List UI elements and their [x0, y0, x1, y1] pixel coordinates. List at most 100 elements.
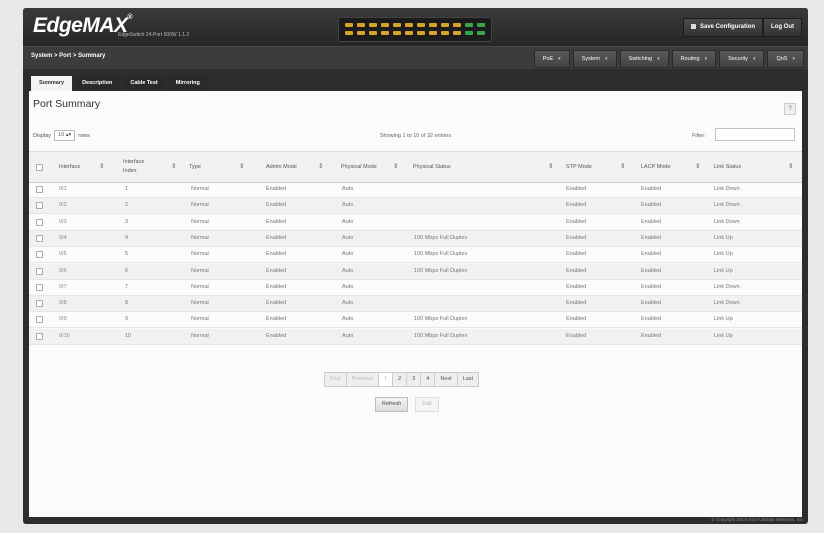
sort-lacp-icon[interactable]: ⇕: [695, 152, 700, 182]
cell-type: Normal: [191, 300, 209, 307]
port-led-icon: [465, 31, 473, 35]
port-led-icon: [369, 31, 377, 35]
next-page-button[interactable]: Next: [434, 372, 458, 387]
sort-physical-status-icon[interactable]: ⇕: [548, 152, 553, 182]
cell-physical_status: 100 Mbps Full Duplex: [414, 332, 468, 339]
menu-2[interactable]: Switching ▾: [619, 50, 669, 68]
nav-bar: System > Port > Summary PoE ▾ System ▾ Switc…: [23, 46, 808, 69]
edit-button[interactable]: Edit: [415, 397, 439, 412]
cell-type: Normal: [191, 218, 209, 225]
table-row[interactable]: 0/7 7 Normal Enabled Auto Enabled Enabled Link …: [29, 280, 802, 296]
table-row[interactable]: 0/3 3 Normal Enabled Auto Enabled Enabled Link …: [29, 215, 802, 231]
header-bar: EdgeMAX® EdgeSwitch 24-Port 500W 1.1.2 S…: [23, 8, 808, 46]
menu-3[interactable]: Routing ▾: [671, 50, 717, 68]
page-4-button[interactable]: 4: [420, 372, 436, 387]
cell-index: 6: [125, 267, 129, 274]
row-checkbox[interactable]: [36, 332, 43, 340]
table-row[interactable]: 0/2 2 Normal Enabled Auto Enabled Enabled Link …: [29, 198, 802, 215]
sort-index-icon[interactable]: ⇕: [171, 152, 176, 182]
table-row[interactable]: 0/1 1 Normal Enabled Auto Enabled Enabled Link …: [29, 182, 802, 198]
save-configuration-button[interactable]: Save Configuration: [682, 18, 763, 37]
cell-link: Link Up: [714, 332, 733, 339]
logout-button[interactable]: Log Out: [763, 18, 802, 37]
entries-info: Showing 1 to 10 of 32 entries: [379, 133, 452, 139]
cell-interface[interactable]: 0/2: [59, 198, 67, 213]
refresh-button[interactable]: Refresh: [375, 397, 409, 412]
sort-interface-icon[interactable]: ⇕: [99, 152, 104, 182]
row-checkbox[interactable]: [36, 316, 43, 324]
tab-1[interactable]: Description: [74, 76, 121, 91]
sort-type-icon[interactable]: ⇕: [239, 152, 244, 182]
row-checkbox[interactable]: [36, 267, 43, 275]
cell-interface[interactable]: 0/10: [59, 329, 70, 344]
port-led-icon: [345, 23, 353, 27]
cell-stp: Enabled: [566, 316, 587, 323]
cell-link: Link Up: [714, 267, 733, 274]
chevron-down-icon: ▾: [704, 56, 708, 62]
pagination: First Previous 1 2 3 4 Next Last: [324, 372, 480, 387]
cell-admin: Enabled: [266, 316, 287, 323]
cell-type: Normal: [191, 234, 209, 241]
cell-interface[interactable]: 0/3: [59, 215, 67, 230]
cell-index: 8: [125, 300, 129, 307]
tab-2[interactable]: Cable Test: [122, 76, 166, 91]
row-checkbox[interactable]: [36, 251, 43, 259]
sort-stp-icon[interactable]: ⇕: [620, 152, 625, 182]
sort-link-icon[interactable]: ⇕: [788, 152, 793, 182]
first-page-button[interactable]: First: [324, 372, 347, 387]
cell-link: Link Up: [714, 251, 733, 258]
row-checkbox[interactable]: [36, 186, 43, 193]
cell-physical_mode: Auto: [342, 316, 354, 323]
main-content: Port Summary ? Display 10 ▴▾ rows Showin…: [29, 91, 802, 517]
port-led-icon: [465, 23, 473, 27]
cell-type: Normal: [191, 267, 209, 274]
sort-physical-mode-icon[interactable]: ⇕: [393, 152, 398, 182]
table-row[interactable]: 0/8 8 Normal Enabled Auto Enabled Enabled Link …: [29, 296, 802, 313]
page-3-button[interactable]: 3: [406, 372, 422, 387]
select-all-checkbox[interactable]: [36, 164, 43, 171]
port-led-icon: [357, 23, 365, 27]
menu-0[interactable]: PoE ▾: [533, 50, 570, 68]
cell-physical_mode: Auto: [342, 283, 354, 290]
sort-admin-icon[interactable]: ⇕: [318, 152, 323, 182]
tab-bar: Summary Description Cable Test Mirroring: [31, 76, 210, 91]
chevron-down-icon: ▾: [752, 56, 756, 62]
filter-input[interactable]: [715, 128, 795, 141]
cell-link: Link Up: [714, 316, 733, 323]
switch-port-panel: [338, 17, 492, 42]
menu-5[interactable]: QoS ▾: [767, 50, 804, 68]
menu-1[interactable]: System ▾: [572, 50, 617, 68]
cell-physical_mode: Auto: [342, 251, 354, 258]
tab-0[interactable]: Summary: [31, 76, 73, 91]
cell-interface[interactable]: 0/7: [59, 280, 67, 295]
row-checkbox[interactable]: [36, 234, 43, 242]
page-1-button[interactable]: 1: [378, 372, 394, 387]
row-checkbox[interactable]: [36, 283, 43, 291]
col-interface: Interface: [59, 164, 81, 170]
cell-interface[interactable]: 0/4: [59, 231, 67, 246]
menu-4[interactable]: Security ▾: [719, 50, 765, 68]
cell-interface[interactable]: 0/8: [59, 296, 67, 311]
breadcrumb: System > Port > Summary: [31, 53, 106, 59]
cell-interface[interactable]: 0/9: [59, 312, 67, 327]
page-2-button[interactable]: 2: [392, 372, 408, 387]
row-checkbox[interactable]: [36, 218, 43, 226]
row-checkbox[interactable]: [36, 202, 43, 210]
table-row[interactable]: 0/6 6 Normal Enabled Auto 100 Mbps Full Duple…: [29, 263, 802, 280]
previous-page-button[interactable]: Previous: [345, 372, 380, 387]
cell-interface[interactable]: 0/1: [59, 182, 67, 197]
table-row[interactable]: 0/4 4 Normal Enabled Auto 100 Mbps Full Duple…: [29, 230, 802, 247]
table-row[interactable]: 0/9 9 Normal Enabled Auto 100 Mbps Full Duple…: [29, 312, 802, 329]
tab-3[interactable]: Mirroring: [167, 76, 208, 91]
cell-interface[interactable]: 0/5: [59, 247, 67, 262]
port-led-icon: [417, 31, 425, 35]
cell-lacp: Enabled: [641, 234, 662, 241]
port-led-icon: [417, 23, 425, 27]
help-button[interactable]: ?: [784, 103, 796, 115]
cell-admin: Enabled: [266, 202, 287, 209]
cell-interface[interactable]: 0/6: [59, 264, 67, 279]
table-row[interactable]: 0/5 5 Normal Enabled Auto 100 Mbps Full Duple…: [29, 247, 802, 264]
row-checkbox[interactable]: [36, 300, 43, 308]
table-row[interactable]: 0/10 10 Normal Enabled Auto 100 Mbps Full Dup…: [29, 328, 802, 345]
last-page-button[interactable]: Last: [456, 372, 480, 387]
